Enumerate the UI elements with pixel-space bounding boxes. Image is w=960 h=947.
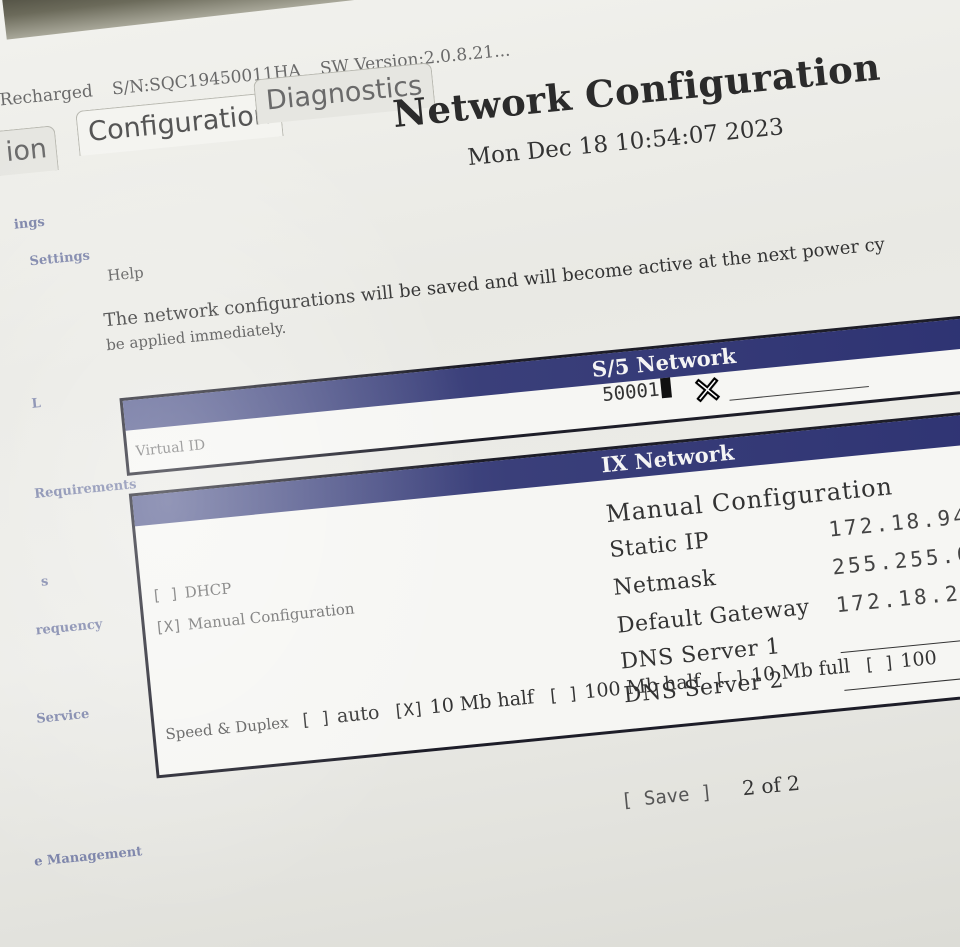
speed-option-10-half[interactable]: [X] 10 Mb half [392, 686, 535, 722]
speed-10-half-label: 10 Mb half [428, 686, 536, 719]
nav-item-settings-partial[interactable]: ings [13, 215, 45, 233]
nav-item-management[interactable]: e Management [34, 844, 143, 870]
dhcp-option[interactable]: [ ] DHCP [151, 579, 232, 605]
speed-10-half-checkbox[interactable]: [X] [392, 699, 425, 722]
speed-duplex-label: Speed & Duplex [164, 713, 290, 744]
speed-duplex-row: Speed & Duplex [ ] auto [X] 10 Mb half [… [164, 646, 945, 744]
nav-item-requirements[interactable]: Requirements [34, 477, 137, 502]
speed-100-full-label: 100 [899, 646, 938, 673]
mouse-pointer-x-icon: ✕ [690, 368, 726, 414]
manual-config-option[interactable]: [X] Manual Configuration [154, 599, 355, 636]
manual-config-checkbox[interactable]: [X] [154, 616, 183, 637]
speed-auto-label: auto [335, 701, 381, 728]
tab-configuration[interactable]: Configuration [75, 91, 284, 156]
manual-config-label: Manual Configuration [187, 599, 356, 634]
speed-option-100-full[interactable]: [ ] 100 [863, 647, 938, 676]
speed-10-full-checkbox[interactable]: [ ] [714, 668, 747, 691]
dhcp-checkbox[interactable]: [ ] [151, 584, 180, 605]
nav-item-frequency[interactable]: requency [35, 617, 103, 638]
virtual-id-label: Virtual ID [134, 437, 206, 460]
help-link[interactable]: Help [107, 263, 145, 284]
speed-100-full-checkbox[interactable]: [ ] [863, 653, 896, 676]
save-button[interactable]: [ Save ] [620, 781, 713, 812]
speed-100-half-checkbox[interactable]: [ ] [547, 684, 580, 707]
footer-row: [ Save ] 2 of 2 [620, 771, 801, 812]
netmask-field[interactable]: 255.255.0 [831, 542, 960, 580]
nav-item-l[interactable]: L [31, 396, 42, 412]
netmask-label: Netmask [612, 565, 718, 601]
speed-auto-checkbox[interactable]: [ ] [299, 708, 332, 731]
virtual-id-underline [729, 386, 869, 401]
monitor-screen: Recharged S/N:SQC19450011HA SW Version:2… [0, 0, 960, 947]
static-ip-field[interactable]: 172.18.94 [827, 504, 960, 542]
nav-item-s[interactable]: s [40, 574, 49, 590]
speed-option-auto[interactable]: [ ] auto [299, 701, 380, 731]
virtual-id-value: 50001 [601, 378, 661, 407]
nav-item-service[interactable]: Service [36, 707, 90, 727]
text-cursor [660, 377, 673, 399]
default-gateway-label: Default Gateway [615, 594, 811, 639]
dhcp-label: DHCP [183, 579, 233, 602]
page-content: Recharged S/N:SQC19450011HA SW Version:2… [0, 0, 960, 942]
nav-item-settings[interactable]: Settings [29, 248, 91, 269]
page-indicator: 2 of 2 [741, 770, 801, 801]
battery-status: Recharged [0, 81, 94, 111]
static-ip-label: Static IP [608, 528, 711, 564]
default-gateway-field[interactable]: 172.18.25 [835, 580, 960, 618]
tab-previous[interactable]: ion [0, 125, 59, 177]
